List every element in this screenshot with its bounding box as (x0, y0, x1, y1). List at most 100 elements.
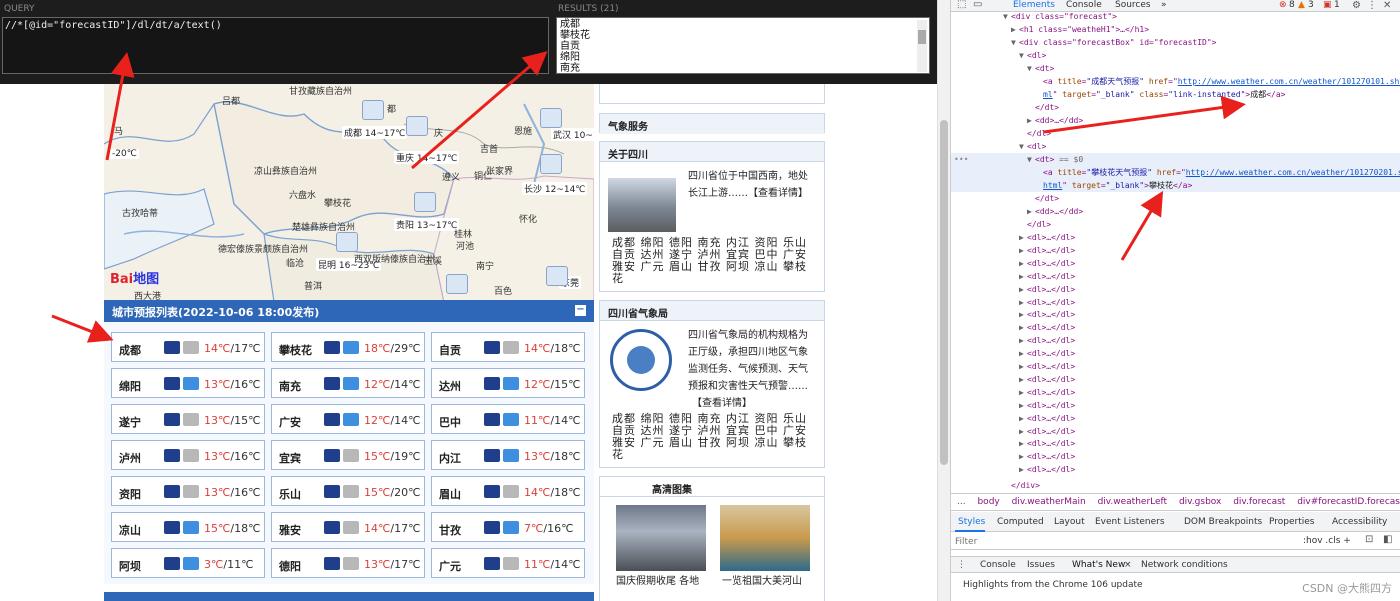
weather-cloud-icon[interactable] (336, 232, 358, 252)
city-name[interactable]: 巴中 (439, 414, 461, 430)
warning-count[interactable]: 3 (1308, 0, 1314, 10)
dom-node-collapsed[interactable]: ▶ <dl>…</dl> (951, 437, 1400, 450)
query-input[interactable]: //*[@id="forecastID"]/dl/dt/a/text() (2, 17, 549, 74)
forecast-cell[interactable]: 自贡 14℃/18℃ (431, 332, 585, 362)
weather-cloud-icon[interactable] (406, 116, 428, 136)
breadcrumb-item[interactable]: div.gsbox (1179, 497, 1221, 507)
tab-properties[interactable]: Properties (1269, 517, 1314, 527)
dom-node-collapsed[interactable]: ▶ <dl>…</dl> (951, 244, 1400, 257)
city-photo[interactable] (608, 178, 676, 232)
city-name[interactable]: 达州 (439, 378, 461, 394)
city-name[interactable]: 雅安 (279, 522, 301, 538)
forecast-cell[interactable]: 凉山 15℃/18℃ (111, 512, 265, 542)
city-name[interactable]: 自贡 (439, 342, 461, 358)
dom-node-collapsed[interactable]: ▶ <dl>…</dl> (951, 360, 1400, 373)
toggle-sidebar-icon[interactable]: ◧ (1383, 534, 1392, 545)
breadcrumb-item[interactable]: div.forecast (1233, 497, 1285, 507)
tab-accessibility[interactable]: Accessibility (1332, 517, 1387, 527)
dom-node-collapsed[interactable]: ▶ <dl>…</dl> (951, 386, 1400, 399)
dom-node-collapsed[interactable]: ▶ <dl>…</dl> (951, 283, 1400, 296)
city-name[interactable]: 眉山 (439, 486, 461, 502)
inspect-icon[interactable]: ⬚ (957, 0, 966, 10)
breadcrumb-item[interactable]: div.weatherLeft (1098, 497, 1168, 507)
dom-node[interactable]: ▶ <h1 class="weatheH1">…</h1> (951, 23, 1400, 36)
tab-console[interactable]: Console (1066, 0, 1102, 10)
drawer-tab-whats-new[interactable]: What's New (1072, 560, 1125, 570)
info-count[interactable]: 1 (1334, 0, 1340, 10)
gallery-photo-desert[interactable] (720, 505, 810, 571)
city-name[interactable]: 乐山 (279, 486, 301, 502)
weather-rain-icon[interactable] (540, 154, 562, 174)
info-icon[interactable]: ▣ (1323, 0, 1332, 10)
bureau-detail-link[interactable]: 【查看详情】 (688, 395, 808, 412)
dom-node-collapsed[interactable]: ▶ <dl>…</dl> (951, 296, 1400, 309)
forecast-cell[interactable]: 乐山 15℃/20℃ (271, 476, 425, 506)
hov-cls-controls[interactable]: :hov .cls + (1303, 536, 1351, 546)
breadcrumb-item[interactable]: div#forecastID.forecastBox (1297, 497, 1400, 507)
city-name[interactable]: 德阳 (279, 558, 301, 574)
breadcrumb-more[interactable]: ... (957, 497, 966, 507)
forecast-cell[interactable]: 眉山 14℃/18℃ (431, 476, 585, 506)
forecast-cell[interactable]: 攀枝花 18℃/29℃ (271, 332, 425, 362)
city-name[interactable]: 宜宾 (279, 450, 301, 466)
weather-map[interactable]: 吕都 甘孜藏族自治州 都 庆 成都 14~17℃ 重庆 14~17℃ 武汉 10… (104, 84, 594, 302)
weather-rain-icon[interactable] (540, 108, 562, 128)
weather-service-title[interactable]: 气象服务 (600, 114, 824, 134)
drawer-tab-issues[interactable]: Issues (1027, 560, 1055, 570)
forecast-cell[interactable]: 阿坝 3℃/11℃ (111, 548, 265, 578)
attr-href-link[interactable]: html (1043, 181, 1062, 190)
results-box[interactable]: 成都 攀枝花 自贡 绵阳 南充 (556, 17, 930, 74)
dom-node-collapsed[interactable]: ▶ <dl>…</dl> (951, 399, 1400, 412)
city-name[interactable]: 泸州 (119, 450, 141, 466)
dom-node[interactable]: ▶ <dd>…</dd> (951, 114, 1400, 127)
gallery-caption[interactable]: 一览祖国大美河山 (722, 573, 802, 590)
attr-href-link[interactable]: http://www.weather.com.cn/weather/101270… (1178, 77, 1400, 86)
tab-event-listeners[interactable]: Event Listeners (1095, 517, 1165, 527)
drawer-tab-close-icon[interactable]: × (1124, 560, 1132, 570)
city-name[interactable]: 绵阳 (119, 378, 141, 394)
city-name[interactable]: 凉山 (119, 522, 141, 538)
dom-node-collapsed[interactable]: ▶ <dl>…</dl> (951, 347, 1400, 360)
dom-node-anchor-cont[interactable]: html" target="_blank">攀枝花</a> (951, 179, 1400, 192)
city-links[interactable]: 成都 绵阳 德阳 南充 内江 资阳 乐山 自贡 达州 遂宁 泸州 宜宾 巴中 广… (612, 413, 807, 461)
tab-styles[interactable]: Styles (958, 517, 985, 527)
more-tabs-icon[interactable]: » (1161, 0, 1167, 10)
forecast-cell[interactable]: 资阳 13℃/16℃ (111, 476, 265, 506)
collapse-button[interactable]: − (575, 305, 586, 316)
city-name[interactable]: 成都 (119, 342, 141, 358)
settings-icon[interactable]: ⚙ (1352, 0, 1361, 11)
drawer-tab-console[interactable]: Console (980, 560, 1016, 570)
weather-rain-icon[interactable] (546, 266, 568, 286)
drawer-tab-network-conditions[interactable]: Network conditions (1141, 560, 1228, 570)
page-scrollbar[interactable] (937, 0, 950, 601)
city-name[interactable]: 广安 (279, 414, 301, 430)
forecast-cell[interactable]: 广元 11℃/14℃ (431, 548, 585, 578)
attr-href-link[interactable]: http://www.weather.com.cn/weather/101270… (1186, 168, 1400, 177)
forecast-cell[interactable]: 甘孜 7℃/16℃ (431, 512, 585, 542)
tab-elements[interactable]: Elements (1013, 0, 1055, 10)
city-name[interactable]: 内江 (439, 450, 461, 466)
dom-node[interactable]: ▼ <dt> (951, 62, 1400, 75)
dom-node-collapsed[interactable]: ▶ <dl>…</dl> (951, 334, 1400, 347)
results-scrollbar[interactable] (917, 20, 927, 72)
city-name[interactable]: 广元 (439, 558, 461, 574)
scrollbar-thumb[interactable] (940, 120, 948, 465)
dom-tree[interactable]: ▼ <div class="forecast"> ▶ <h1 class="weat… (951, 12, 1400, 492)
dom-node-collapsed[interactable]: ▶ <dl>…</dl> (951, 425, 1400, 438)
dom-node[interactable]: ▼ <div class="forecastBox" id="forecastID… (951, 36, 1400, 49)
dom-node-selected[interactable]: ••• ▼ <dt> == $0 (951, 153, 1400, 166)
dom-node-collapsed[interactable]: ▶ <dl>…</dl> (951, 373, 1400, 386)
dom-node[interactable]: </dl> (951, 218, 1400, 231)
dom-node[interactable]: ▼ <dl> (951, 49, 1400, 62)
new-style-rule-icon[interactable]: ⊡ (1365, 534, 1373, 545)
forecast-cell[interactable]: 雅安 14℃/17℃ (271, 512, 425, 542)
breadcrumb-item[interactable]: div.weatherMain (1012, 497, 1086, 507)
forecast-cell[interactable]: 内江 13℃/18℃ (431, 440, 585, 470)
city-name[interactable]: 攀枝花 (279, 342, 312, 358)
weather-cloud-icon[interactable] (414, 192, 436, 212)
dom-node-anchor[interactable]: <a title="成都天气预报" href="http://www.weath… (951, 75, 1400, 88)
drawer-menu-icon[interactable]: ⋮ (957, 560, 966, 570)
tab-layout[interactable]: Layout (1054, 517, 1085, 527)
tab-sources[interactable]: Sources (1115, 0, 1151, 10)
forecast-cell[interactable]: 南充 12℃/14℃ (271, 368, 425, 398)
